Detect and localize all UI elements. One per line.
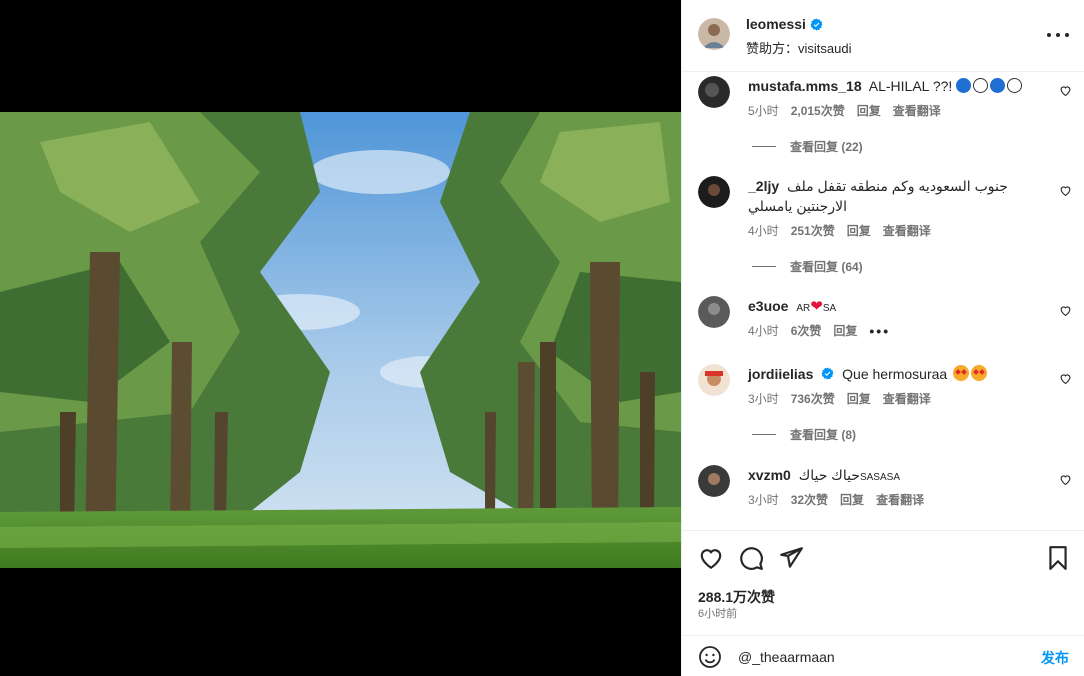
comment-username[interactable]: xvzm0 bbox=[748, 467, 791, 483]
comment-body-suffix: SASASA bbox=[859, 472, 900, 483]
comment-body-pre: AR bbox=[796, 303, 811, 314]
comment-meta: 4小时 6次赞 回复 ••• bbox=[748, 322, 890, 339]
white-circle-icon bbox=[1007, 78, 1023, 93]
comment-text: jordiielias Que hermosuraa bbox=[748, 364, 1038, 384]
post-button[interactable]: 发布 bbox=[1041, 648, 1069, 668]
comment-time: 3小时 bbox=[748, 493, 779, 507]
comment-icon[interactable] bbox=[738, 545, 764, 571]
post-header: leomessi 赞助方：visitsaudi bbox=[682, 0, 1084, 72]
heart-icon[interactable] bbox=[1059, 304, 1072, 317]
translate-button[interactable]: 查看翻译 bbox=[893, 102, 941, 119]
emoji-icon[interactable] bbox=[698, 645, 722, 669]
comment-body: حياك حياك bbox=[798, 467, 860, 483]
more-icon[interactable] bbox=[1047, 26, 1069, 44]
comment-username[interactable]: _2ljy bbox=[748, 178, 779, 194]
comment-body: Que hermosuraa bbox=[842, 366, 948, 382]
comment-composer: 发布 bbox=[682, 635, 1084, 676]
share-icon[interactable] bbox=[778, 545, 804, 571]
bookmark-icon[interactable] bbox=[1045, 545, 1071, 571]
comment-time: 4小时 bbox=[748, 224, 779, 238]
verified-icon bbox=[810, 18, 823, 30]
author-username-text[interactable]: leomessi bbox=[746, 16, 806, 32]
comment-username[interactable]: e3uoe bbox=[748, 298, 788, 314]
view-replies-button[interactable]: 查看回复 (8) bbox=[752, 426, 856, 443]
reply-button[interactable]: 回复 bbox=[847, 222, 871, 239]
comment-text: _2ljy جنوب السعوديه وكم منطقه تقفل ملف ا… bbox=[748, 176, 1038, 216]
white-circle-icon bbox=[973, 78, 989, 93]
comment-username[interactable]: jordiielias bbox=[748, 366, 813, 382]
heart-icon[interactable] bbox=[1059, 184, 1072, 197]
more-dot bbox=[1065, 33, 1069, 37]
comment-meta: 3小时 32次赞 回复 查看翻译 bbox=[748, 491, 924, 508]
commenter-avatar[interactable] bbox=[698, 76, 730, 108]
author-avatar[interactable] bbox=[698, 18, 730, 50]
comment-body: جنوب السعوديه وكم منطقه تقفل ملف الارجنت… bbox=[748, 178, 1008, 214]
like-heart-icon[interactable] bbox=[698, 545, 724, 571]
red-heart-icon: ❤ bbox=[810, 298, 823, 315]
view-replies-label[interactable]: 查看回复 (64) bbox=[790, 258, 863, 275]
more-dot bbox=[1056, 33, 1060, 37]
comment-likes[interactable]: 2,015次赞 bbox=[791, 102, 845, 119]
post-viewer: leomessi 赞助方：visitsaudi mustafa.mms_18 A… bbox=[0, 0, 1084, 676]
palm-grove-photo bbox=[0, 112, 681, 568]
comment-options-icon[interactable]: ••• bbox=[869, 323, 890, 339]
replies-line bbox=[752, 266, 776, 267]
post-likes-count[interactable]: 288.1万次赞 bbox=[698, 587, 775, 607]
comment-likes[interactable]: 6次赞 bbox=[791, 322, 822, 339]
comment-body: AL-HILAL ??! bbox=[868, 78, 953, 94]
media-pane[interactable] bbox=[0, 0, 681, 676]
comment-text: mustafa.mms_18 AL-HILAL ??! bbox=[748, 76, 1038, 96]
reply-button[interactable]: 回复 bbox=[857, 102, 881, 119]
commenter-avatar[interactable] bbox=[698, 465, 730, 497]
replies-line bbox=[752, 434, 776, 435]
comment-time: 4小时 bbox=[748, 324, 779, 338]
comment-meta: 3小时 736次赞 回复 查看翻译 bbox=[748, 390, 931, 407]
commenter-avatar[interactable] bbox=[698, 296, 730, 328]
comment-likes[interactable]: 736次赞 bbox=[791, 390, 835, 407]
author-username[interactable]: leomessi bbox=[746, 16, 823, 32]
comment-time: 5小时 bbox=[748, 104, 779, 118]
reply-button[interactable]: 回复 bbox=[840, 491, 864, 508]
translate-button[interactable]: 查看翻译 bbox=[883, 222, 931, 239]
reply-button[interactable]: 回复 bbox=[847, 390, 871, 407]
comment-text: xvzm0 حياك حياكSASASA bbox=[748, 465, 1038, 488]
comments-list[interactable]: mustafa.mms_18 AL-HILAL ??! 5小时 2,015次赞 … bbox=[682, 72, 1084, 530]
blue-circle-icon bbox=[956, 78, 972, 93]
post-actions: 288.1万次赞 6小时前 发布 bbox=[682, 530, 1084, 676]
translate-button[interactable]: 查看翻译 bbox=[876, 491, 924, 508]
view-replies-button[interactable]: 查看回复 (64) bbox=[752, 258, 863, 275]
comment-likes[interactable]: 251次赞 bbox=[791, 222, 835, 239]
blue-circle-icon bbox=[990, 78, 1006, 93]
star-struck-emoji-icon bbox=[953, 365, 970, 381]
reply-button[interactable]: 回复 bbox=[833, 322, 857, 339]
replies-line bbox=[752, 146, 776, 147]
comment-body-post: SA bbox=[822, 303, 837, 314]
post-time: 6小时前 bbox=[698, 608, 738, 620]
comment-input[interactable] bbox=[738, 642, 1018, 672]
heart-icon[interactable] bbox=[1059, 84, 1072, 97]
comment-username[interactable]: mustafa.mms_18 bbox=[748, 78, 862, 94]
view-replies-label[interactable]: 查看回复 (22) bbox=[790, 138, 863, 155]
view-replies-label[interactable]: 查看回复 (8) bbox=[790, 426, 856, 443]
comment-text: e3uoe AR❤SA bbox=[748, 296, 1038, 319]
verified-icon bbox=[821, 367, 834, 380]
star-struck-emoji-icon bbox=[971, 365, 988, 381]
comment-likes[interactable]: 32次赞 bbox=[791, 491, 828, 508]
heart-icon[interactable] bbox=[1059, 473, 1072, 486]
sponsor-label[interactable]: 赞助方：visitsaudi bbox=[746, 38, 851, 57]
side-panel: leomessi 赞助方：visitsaudi mustafa.mms_18 A… bbox=[681, 0, 1084, 676]
view-replies-button[interactable]: 查看回复 (22) bbox=[752, 138, 863, 155]
comment-meta: 4小时 251次赞 回复 查看翻译 bbox=[748, 222, 931, 239]
comment-meta: 5小时 2,015次赞 回复 查看翻译 bbox=[748, 102, 941, 119]
comment-time: 3小时 bbox=[748, 392, 779, 406]
translate-button[interactable]: 查看翻译 bbox=[883, 390, 931, 407]
heart-icon[interactable] bbox=[1059, 372, 1072, 385]
more-dot bbox=[1047, 33, 1051, 37]
circle-emojis bbox=[956, 78, 1024, 94]
commenter-avatar[interactable] bbox=[698, 176, 730, 208]
commenter-avatar[interactable] bbox=[698, 364, 730, 396]
